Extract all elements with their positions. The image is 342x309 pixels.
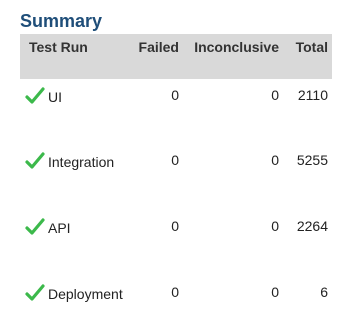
failed-count: 0	[171, 284, 179, 300]
header-inconclusive: Inconclusive	[194, 39, 279, 55]
inconclusive-count: 0	[271, 218, 279, 234]
failed-count: 0	[171, 152, 179, 168]
summary-title: Summary	[20, 11, 103, 31]
test-run-name: UI	[48, 89, 62, 105]
table-header: Test Run Failed Inconclusive Total	[20, 34, 332, 79]
inconclusive-count: 0	[271, 87, 279, 103]
check-icon	[25, 152, 45, 169]
header-total: Total	[295, 39, 328, 55]
total-count: 6	[320, 284, 328, 300]
test-run-name: Integration	[48, 154, 115, 170]
total-count: 5255	[296, 152, 328, 168]
table-row: Deployment 0 0 6	[20, 283, 332, 305]
header-failed: Failed	[138, 39, 179, 55]
check-icon	[25, 87, 45, 104]
failed-count: 0	[171, 87, 179, 103]
total-count: 2264	[296, 218, 328, 234]
total-count: 2110	[297, 87, 328, 103]
test-run-name: Deployment	[48, 286, 123, 302]
table-row: API 0 0 2264	[20, 217, 332, 239]
table-row: UI 0 0 2110	[20, 86, 332, 108]
failed-count: 0	[171, 218, 179, 234]
header-test-run: Test Run	[29, 39, 88, 55]
inconclusive-count: 0	[271, 152, 279, 168]
test-run-name: API	[48, 220, 71, 236]
check-icon	[25, 284, 45, 301]
inconclusive-count: 0	[271, 284, 279, 300]
table-row: Integration 0 0 5255	[20, 151, 332, 173]
check-icon	[25, 218, 45, 235]
